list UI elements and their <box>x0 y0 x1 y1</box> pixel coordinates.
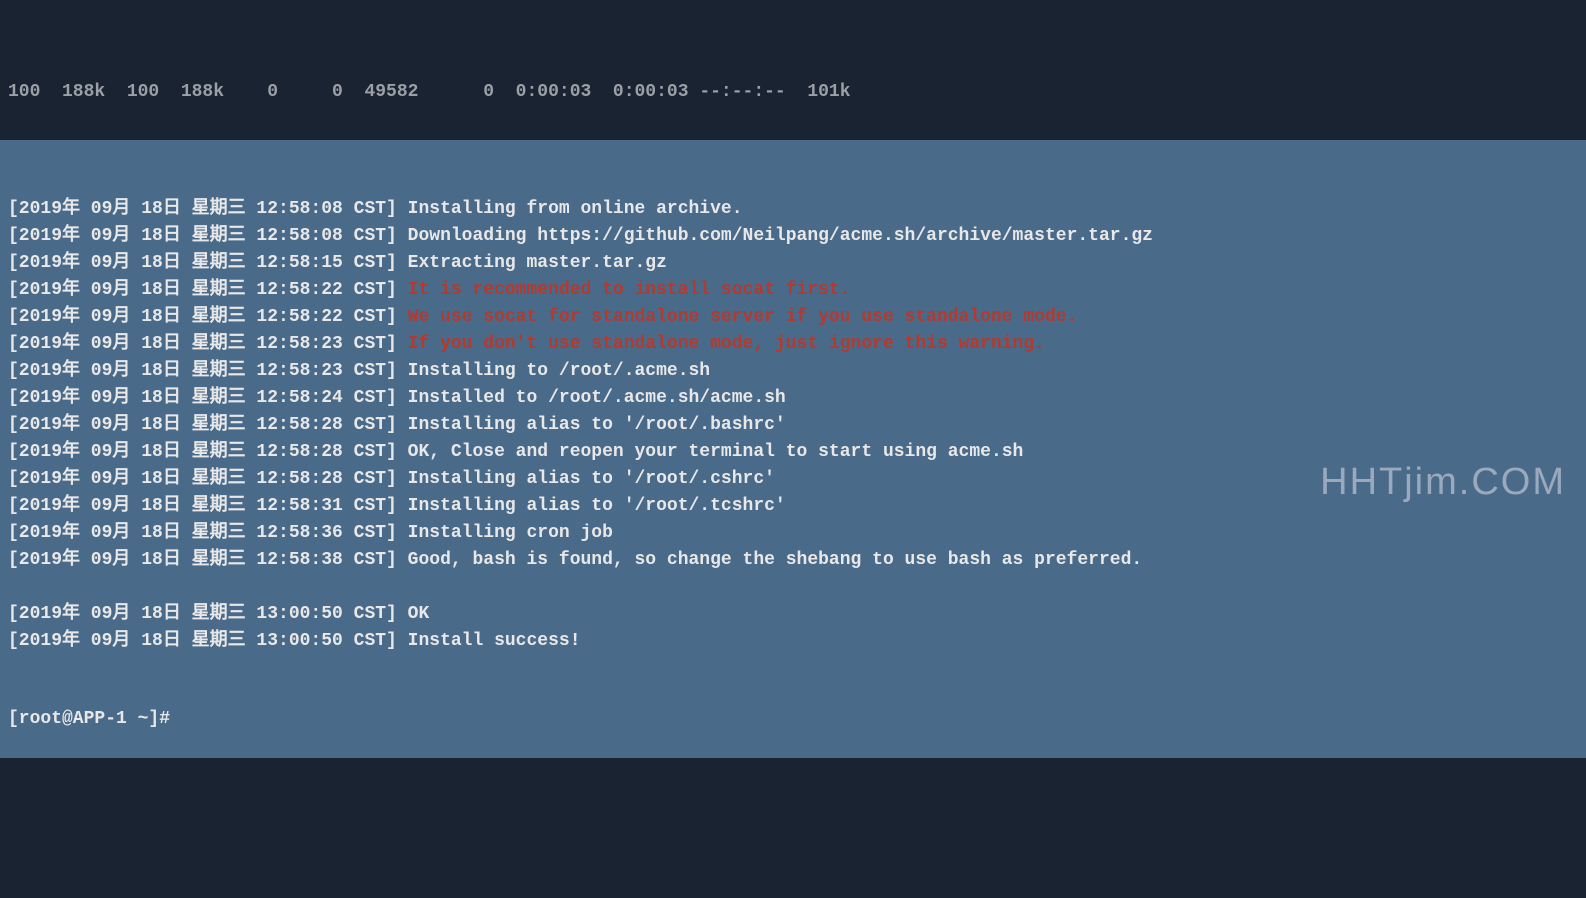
log-timestamp: [2019年 09月 18日 星期三 12:58:08 CST] <box>8 196 397 223</box>
log-line: [2019年 09月 18日 星期三 12:58:24 CST] Install… <box>8 385 1578 412</box>
log-message: Installed to /root/.acme.sh/acme.sh <box>397 385 786 412</box>
log-message: Extracting master.tar.gz <box>397 250 667 277</box>
log-line: [2019年 09月 18日 星期三 12:58:23 CST] If you … <box>8 331 1578 358</box>
curl-progress-header: 100 188k 100 188k 0 0 49582 0 0:00:03 0:… <box>0 80 1586 100</box>
log-timestamp: [2019年 09月 18日 星期三 12:58:28 CST] <box>8 466 397 493</box>
log-message: Installing from online archive. <box>397 196 743 223</box>
log-message: Good, bash is found, so change the sheba… <box>397 547 1142 574</box>
log-line: [2019年 09月 18日 星期三 12:58:38 CST] Good, b… <box>8 547 1578 574</box>
log-timestamp: [2019年 09月 18日 星期三 12:58:23 CST] <box>8 358 397 385</box>
log-line: [2019年 09月 18日 星期三 12:58:28 CST] Install… <box>8 412 1578 439</box>
log-message: Installing to /root/.acme.sh <box>397 358 710 385</box>
log-timestamp: [2019年 09月 18日 星期三 12:58:24 CST] <box>8 385 397 412</box>
log-timestamp: [2019年 09月 18日 星期三 12:58:28 CST] <box>8 439 397 466</box>
log-message: Install success! <box>397 628 581 655</box>
log-timestamp: [2019年 09月 18日 星期三 13:00:50 CST] <box>8 628 397 655</box>
shell-prompt[interactable]: [root@APP-1 ~]# <box>8 709 1578 729</box>
log-message: OK, Close and reopen your terminal to st… <box>397 439 1024 466</box>
log-line: [2019年 09月 18日 星期三 12:58:08 CST] Install… <box>8 196 1578 223</box>
log-timestamp: [2019年 09月 18日 星期三 12:58:38 CST] <box>8 547 397 574</box>
log-timestamp: [2019年 09月 18日 星期三 12:58:08 CST] <box>8 223 397 250</box>
log-timestamp: [2019年 09月 18日 星期三 12:58:22 CST] <box>8 277 397 304</box>
log-line: [2019年 09月 18日 星期三 12:58:22 CST] It is r… <box>8 277 1578 304</box>
log-timestamp: [2019年 09月 18日 星期三 12:58:15 CST] <box>8 250 397 277</box>
log-line: [2019年 09月 18日 星期三 12:58:15 CST] Extract… <box>8 250 1578 277</box>
terminal-output[interactable]: [2019年 09月 18日 星期三 12:58:08 CST] Install… <box>0 140 1586 758</box>
log-timestamp: [2019年 09月 18日 星期三 12:58:23 CST] <box>8 331 397 358</box>
log-line: [2019年 09月 18日 星期三 13:00:50 CST] OK <box>8 601 1578 628</box>
log-message: OK <box>397 601 429 628</box>
log-timestamp: [2019年 09月 18日 星期三 12:58:31 CST] <box>8 493 397 520</box>
log-line: [2019年 09月 18日 星期三 12:58:08 CST] Downloa… <box>8 223 1578 250</box>
log-message: Downloading https://github.com/Neilpang/… <box>397 223 1153 250</box>
watermark-text: HHTjim.COM <box>1320 461 1566 504</box>
log-warning-message: We use socat for standalone server if yo… <box>397 304 1078 331</box>
log-line: [2019年 09月 18日 星期三 12:58:22 CST] We use … <box>8 304 1578 331</box>
log-warning-message: It is recommended to install socat first… <box>397 277 851 304</box>
log-message: Installing alias to '/root/.bashrc' <box>397 412 786 439</box>
log-line: [2019年 09月 18日 星期三 12:58:23 CST] Install… <box>8 358 1578 385</box>
log-timestamp: [2019年 09月 18日 星期三 13:00:50 CST] <box>8 601 397 628</box>
log-line: [2019年 09月 18日 星期三 13:00:50 CST] Install… <box>8 628 1578 655</box>
log-timestamp: [2019年 09月 18日 星期三 12:58:22 CST] <box>8 304 397 331</box>
log-message: Installing alias to '/root/.cshrc' <box>397 466 775 493</box>
blank-line <box>8 574 1578 601</box>
log-timestamp: [2019年 09月 18日 星期三 12:58:28 CST] <box>8 412 397 439</box>
log-message: Installing alias to '/root/.tcshrc' <box>397 493 786 520</box>
log-warning-message: If you don't use standalone mode, just i… <box>397 331 1045 358</box>
